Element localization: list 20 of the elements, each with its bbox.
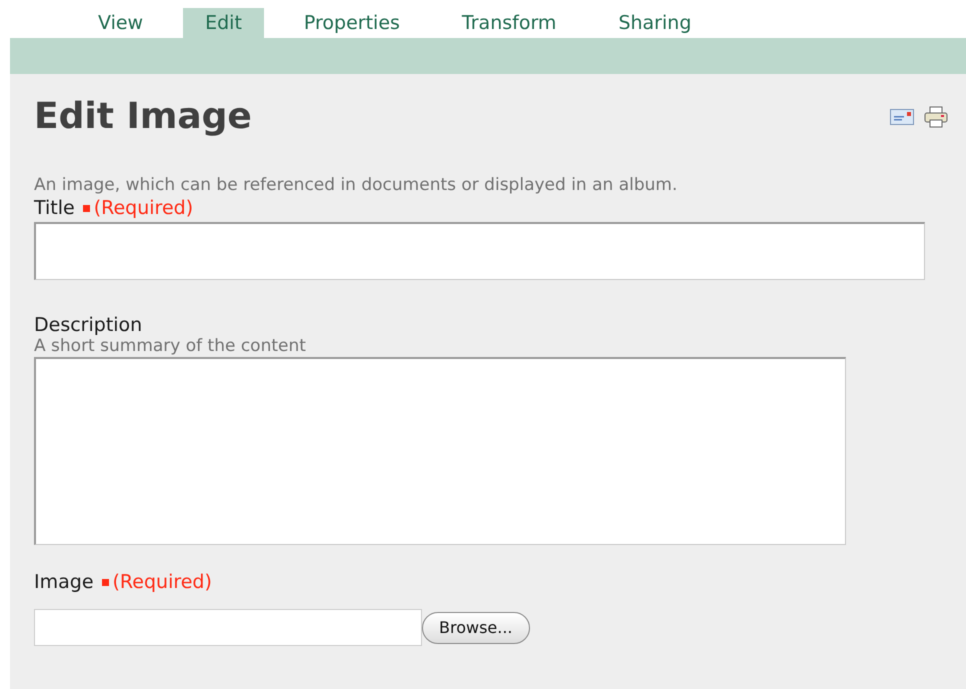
- envelope-icon[interactable]: [890, 108, 914, 124]
- file-path-field[interactable]: [34, 609, 422, 646]
- title-input-field[interactable]: [34, 222, 925, 280]
- required-marker-icon: [102, 578, 109, 586]
- tab[interactable]: View: [76, 8, 166, 38]
- browse-button[interactable]: Browse...: [422, 612, 530, 644]
- tab[interactable]: Properties: [282, 8, 422, 38]
- tab[interactable]: Edit: [183, 8, 264, 38]
- page-title: Edit Image: [34, 96, 252, 137]
- description-text: An image, which can be referenced in documents or displayed in an album.: [34, 175, 678, 195]
- field-label: Description: [34, 314, 142, 336]
- field-label: Image: [34, 571, 94, 593]
- required-text: (Required): [94, 197, 194, 219]
- printer-icon[interactable]: [924, 106, 948, 128]
- field-label: Title: [34, 197, 75, 219]
- required-text: (Required): [112, 571, 212, 593]
- tab[interactable]: Transform: [440, 8, 578, 38]
- help-text: A short summary of the content: [34, 336, 307, 356]
- tab[interactable]: Sharing: [596, 8, 714, 38]
- required-marker-icon: [82, 204, 90, 212]
